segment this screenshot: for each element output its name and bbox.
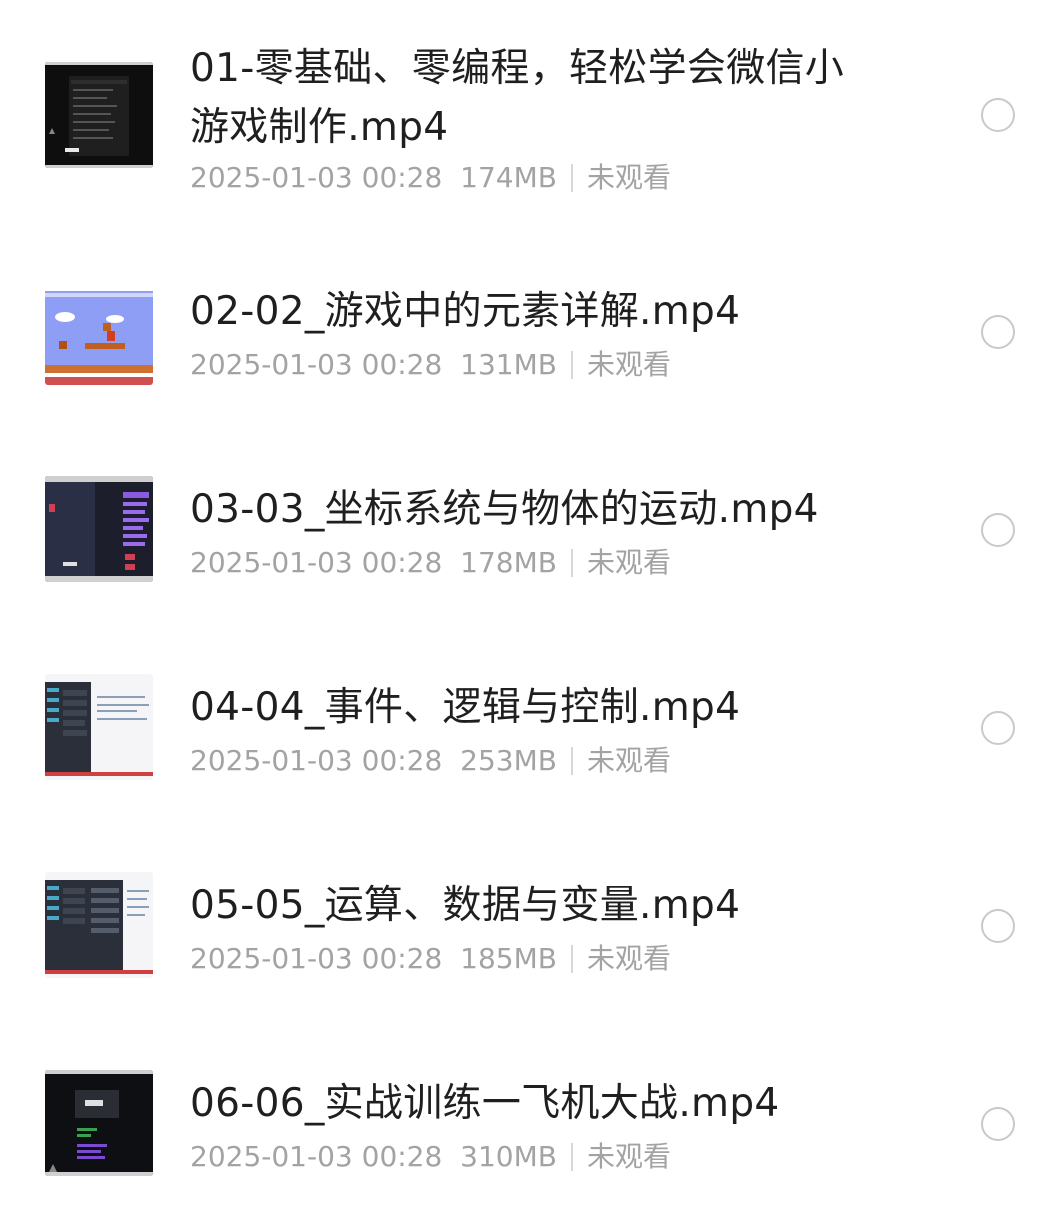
file-date: 2025-01-03 00:28 bbox=[190, 161, 443, 194]
file-size: 253MB bbox=[460, 744, 557, 777]
meta-divider bbox=[570, 1143, 573, 1171]
file-date: 2025-01-03 00:28 bbox=[190, 348, 443, 381]
file-title: 06-06_实战训练一飞机大战.mp4 bbox=[190, 1081, 780, 1126]
file-size: 178MB bbox=[460, 546, 557, 579]
file-title: 04-04_事件、逻辑与控制.mp4 bbox=[190, 685, 741, 730]
select-radio[interactable] bbox=[981, 98, 1015, 132]
video-thumbnail bbox=[45, 62, 153, 168]
file-date: 2025-01-03 00:28 bbox=[190, 942, 443, 975]
select-radio[interactable] bbox=[981, 1107, 1015, 1141]
file-title: 02-02_游戏中的元素详解.mp4 bbox=[190, 289, 741, 334]
meta-divider bbox=[570, 351, 573, 379]
video-thumbnail bbox=[45, 476, 153, 582]
watch-status: 未观看 bbox=[586, 1140, 671, 1173]
file-meta: 2025-01-03 00:28 131MB 未观看 bbox=[190, 348, 671, 382]
video-thumbnail bbox=[45, 872, 153, 978]
file-title: 03-03_坐标系统与物体的运动.mp4 bbox=[190, 487, 819, 532]
watch-status: 未观看 bbox=[586, 744, 671, 777]
meta-divider bbox=[570, 164, 573, 192]
file-size: 131MB bbox=[460, 348, 557, 381]
meta-divider bbox=[570, 549, 573, 577]
file-meta: 2025-01-03 00:28 253MB 未观看 bbox=[190, 744, 671, 778]
file-meta: 2025-01-03 00:28 174MB 未观看 bbox=[190, 161, 671, 195]
watch-status: 未观看 bbox=[586, 942, 671, 975]
file-size: 310MB bbox=[460, 1140, 557, 1173]
file-title: 01-零基础、零编程，轻松学会微信小游戏制作.mp4 bbox=[190, 46, 845, 150]
meta-divider bbox=[570, 945, 573, 973]
select-radio[interactable] bbox=[981, 909, 1015, 943]
file-size: 185MB bbox=[460, 942, 557, 975]
file-meta: 2025-01-03 00:28 185MB 未观看 bbox=[190, 942, 671, 976]
video-file-list: 01-零基础、零编程，轻松学会微信小游戏制作.mp4 2025-01-03 00… bbox=[0, 0, 1050, 1207]
select-radio[interactable] bbox=[981, 711, 1015, 745]
watch-status: 未观看 bbox=[586, 161, 671, 194]
file-title: 05-05_运算、数据与变量.mp4 bbox=[190, 883, 741, 928]
file-meta: 2025-01-03 00:28 178MB 未观看 bbox=[190, 546, 671, 580]
file-size: 174MB bbox=[460, 161, 557, 194]
file-meta: 2025-01-03 00:28 310MB 未观看 bbox=[190, 1140, 671, 1174]
watch-status: 未观看 bbox=[586, 546, 671, 579]
select-radio[interactable] bbox=[981, 513, 1015, 547]
video-thumbnail bbox=[45, 674, 153, 780]
meta-divider bbox=[570, 747, 573, 775]
file-date: 2025-01-03 00:28 bbox=[190, 1140, 443, 1173]
select-radio[interactable] bbox=[981, 315, 1015, 349]
video-thumbnail bbox=[45, 1070, 153, 1176]
file-date: 2025-01-03 00:28 bbox=[190, 546, 443, 579]
video-thumbnail bbox=[45, 279, 153, 385]
watch-status: 未观看 bbox=[586, 348, 671, 381]
file-date: 2025-01-03 00:28 bbox=[190, 744, 443, 777]
